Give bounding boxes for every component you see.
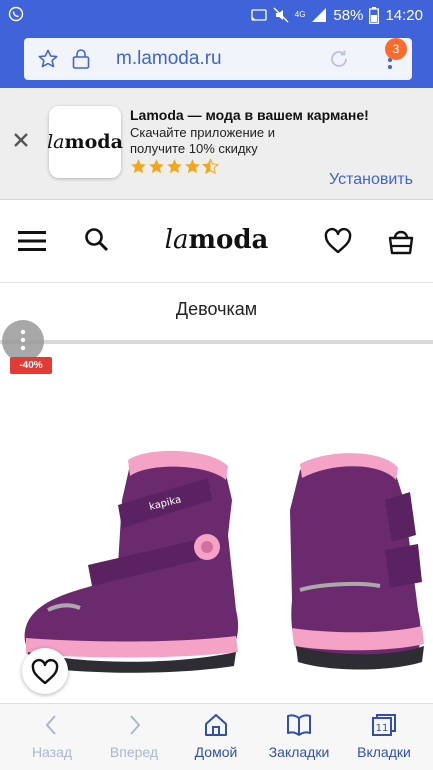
nav-forward-label: Вперед (109, 744, 159, 760)
star-icon (167, 159, 182, 174)
battery-percent: 58% (333, 6, 364, 24)
right-boot (290, 453, 424, 670)
site-logo[interactable]: lamoda (0, 225, 433, 255)
left-boot: kapika (24, 450, 239, 673)
heart-icon[interactable] (323, 227, 353, 255)
app-logo: la moda (47, 106, 123, 178)
category-divider (0, 340, 433, 344)
rating-stars (130, 158, 219, 176)
discount-badge: -40% (10, 357, 52, 374)
nav-bookmarks[interactable]: Закладки (258, 704, 340, 770)
url-text[interactable]: m.lamoda.ru (116, 48, 222, 70)
star-icon (185, 159, 200, 174)
lock-icon (72, 49, 90, 69)
status-bar: 4G 58% 14:20 (0, 0, 433, 30)
banner-description: Скачайте приложение и получите 10% скидк… (130, 125, 276, 156)
banner-title: Lamoda — мода в вашем кармане! (130, 107, 369, 123)
status-right: 4G 58% 14:20 (251, 5, 423, 25)
signal-icon (312, 8, 327, 22)
cast-icon (251, 9, 267, 21)
battery-icon (369, 6, 380, 24)
nav-home[interactable]: Домой (174, 704, 258, 770)
close-icon[interactable] (11, 130, 31, 150)
nav-bookmarks-label: Закладки (268, 744, 330, 760)
address-bar[interactable]: m.lamoda.ru (24, 38, 412, 80)
browser-toolbar: m.lamoda.ru (0, 30, 433, 88)
nav-forward[interactable]: Вперед (84, 704, 184, 770)
nav-home-label: Домой (194, 744, 238, 760)
tabs-count: 11 (376, 723, 389, 734)
heart-icon (31, 658, 59, 685)
star-icon (131, 159, 146, 174)
chevron-left-icon (45, 715, 56, 735)
more-vert-icon (20, 329, 26, 351)
install-button[interactable]: Установить (329, 171, 413, 189)
site-header: lamoda (0, 201, 433, 283)
home-icon (205, 714, 227, 736)
tabs-icon: 11 (372, 714, 396, 736)
mute-icon (273, 7, 289, 23)
menu-badge: 3 (385, 38, 407, 60)
browser-bottom-nav: Назад Вперед Домой Закладки 11 Вкладки (0, 703, 433, 770)
image-options-button[interactable] (2, 320, 44, 362)
viber-icon (8, 6, 24, 22)
star-half-icon (202, 158, 219, 175)
reload-icon[interactable] (327, 47, 351, 71)
wishlist-button[interactable] (22, 648, 68, 694)
nav-tabs[interactable]: 11 Вкладки (342, 704, 426, 770)
bookmark-star-icon[interactable] (37, 48, 59, 70)
star-icon (149, 159, 164, 174)
nav-tabs-label: Вкладки (357, 744, 411, 760)
book-icon (287, 714, 311, 736)
clock: 14:20 (385, 6, 423, 24)
chevron-right-icon (130, 715, 141, 735)
bag-icon[interactable] (388, 227, 414, 255)
category-title[interactable]: Девочкам (0, 284, 433, 340)
network-type: 4G (294, 10, 306, 19)
page: 4G 58% 14:20 m.lamoda.ru 3 la moda Lamod… (0, 0, 433, 770)
